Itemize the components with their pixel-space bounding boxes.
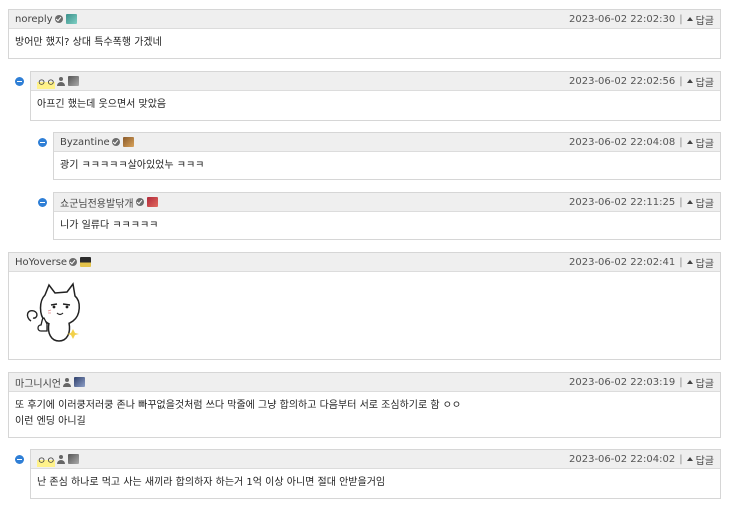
divider: | [679,75,683,87]
comment-reply: Byzantine 2023-06-02 22:04:08 | 답글 광기 ㅋㅋ… [53,132,721,180]
reply-indicator-icon [38,138,47,147]
member-icon [63,377,71,387]
comment: noreply 2023-06-02 22:02:30 | 답글 방어만 했지?… [8,9,721,59]
divider: | [679,256,683,268]
reply-label: 답글 [695,258,714,270]
reply-arrow-icon [686,140,693,144]
reply-button[interactable]: 답글 [686,452,714,467]
comment-header: ㅇㅇ 2023-06-02 22:02:56 | 답글 [31,72,720,91]
comment-author[interactable]: ㅇㅇ [37,451,56,467]
avatar [80,257,92,267]
comment-reply: ㅇㅇ 2023-06-02 22:04:02 | 답글 난 존심 하나로 먹고 … [30,449,721,499]
comment-author[interactable]: Byzantine [60,137,110,148]
comment-header: noreply 2023-06-02 22:02:30 | 답글 [9,10,720,29]
reply-button[interactable]: 답글 [686,74,714,89]
comment-text: 또 후기에 이러쿵저러쿵 존나 빠꾸없을것처럼 쓰다 막줄에 그냥 합의하고 다… [9,392,720,436]
divider: | [679,136,683,148]
reply-arrow-icon [686,200,693,204]
reply-label: 답글 [695,198,714,210]
comment-meta: 2023-06-02 22:11:25 | 답글 [569,195,714,210]
comment: 마그니시언 2023-06-02 22:03:19 | 답글 또 후기에 이러쿵… [8,372,721,438]
reply-arrow-icon [686,79,693,83]
comment-text: 난 존심 하나로 먹고 사는 새끼라 합의하자 하는거 1억 이상 아니면 절대… [37,477,386,488]
divider: | [679,13,683,25]
cat-sticker-image [26,282,80,342]
comment-timestamp: 2023-06-02 22:03:19 [569,376,676,388]
comment-timestamp: 2023-06-02 22:02:56 [569,75,676,87]
verified-icon [69,258,78,266]
comment-meta: 2023-06-02 22:02:41 | 답글 [569,255,714,270]
comment-meta: 2023-06-02 22:04:02 | 답글 [569,452,714,467]
reply-button[interactable]: 답글 [686,12,714,27]
comment-meta: 2023-06-02 22:02:30 | 답글 [569,12,714,27]
comment-author[interactable]: HoYoverse [15,257,67,268]
reply-label: 답글 [695,77,714,89]
reply-label: 답글 [695,378,714,390]
comment-text: 니가 일류다 ㅋㅋㅋㅋㅋ [60,220,159,231]
comment-timestamp: 2023-06-02 22:02:41 [569,256,676,268]
comment-meta: 2023-06-02 22:03:19 | 답글 [569,375,714,390]
comment: HoYoverse 2023-06-02 22:02:41 | 답글 [8,252,721,360]
reply-button[interactable]: 답글 [686,135,714,150]
verified-icon [111,138,120,146]
comment-reply: 쇼군님전용발닦개 2023-06-02 22:11:25 | 답글 니가 일류다… [53,192,721,240]
divider: | [679,376,683,388]
reply-indicator-icon [38,198,47,207]
comment-header: HoYoverse 2023-06-02 22:02:41 | 답글 [9,253,720,272]
reply-label: 답글 [695,15,714,27]
comment-text-line: 또 후기에 이러쿵저러쿵 존나 빠꾸없을것처럼 쓰다 막줄에 그냥 합의하고 다… [15,400,462,411]
reply-button[interactable]: 답글 [686,375,714,390]
comment-header: 쇼군님전용발닦개 2023-06-02 22:11:25 | 답글 [54,193,720,212]
comment-reply: ㅇㅇ 2023-06-02 22:02:56 | 답글 아프긴 했는데 웃으면서… [30,71,721,121]
divider: | [679,453,683,465]
comment-author[interactable]: 쇼군님전용발닦개 [60,195,134,210]
comment-timestamp: 2023-06-02 22:11:25 [569,196,676,208]
comment-meta: 2023-06-02 22:02:56 | 답글 [569,74,714,89]
avatar [68,76,80,86]
comment-text: 방어만 했지? 상대 특수폭행 가겠네 [15,37,162,48]
reply-arrow-icon [686,457,693,461]
comment-header: 마그니시언 2023-06-02 22:03:19 | 답글 [9,373,720,392]
avatar [122,137,134,147]
avatar [146,197,158,207]
comment-text-line: 이런 엔딩 아니길 [15,416,86,427]
reply-indicator-icon [15,77,24,86]
avatar [68,454,80,464]
comment-text: 광기 ㅋㅋㅋㅋㅋ살아있었누 ㅋㅋㅋ [60,160,205,171]
comment-timestamp: 2023-06-02 22:04:08 [569,136,676,148]
comment-header: Byzantine 2023-06-02 22:04:08 | 답글 [54,133,720,152]
verified-icon [135,198,144,206]
comment-timestamp: 2023-06-02 22:02:30 [569,13,676,25]
verified-icon [54,15,63,23]
comment-timestamp: 2023-06-02 22:04:02 [569,453,676,465]
reply-arrow-icon [686,17,693,21]
reply-button[interactable]: 답글 [686,195,714,210]
avatar [65,14,77,24]
comment-author[interactable]: noreply [15,14,53,25]
reply-button[interactable]: 답글 [686,255,714,270]
reply-arrow-icon [686,380,693,384]
reply-arrow-icon [686,260,693,264]
comment-meta: 2023-06-02 22:04:08 | 답글 [569,135,714,150]
reply-indicator-icon [15,455,24,464]
member-icon [57,76,66,86]
reply-label: 답글 [695,455,714,467]
divider: | [679,196,683,208]
comment-author[interactable]: 마그니시언 [15,375,61,390]
comment-author[interactable]: ㅇㅇ [37,73,56,89]
comment-text: 아프긴 했는데 웃으면서 맞았음 [37,99,167,110]
member-icon [57,454,66,464]
reply-label: 답글 [695,138,714,150]
comment-header: ㅇㅇ 2023-06-02 22:04:02 | 답글 [31,450,720,469]
avatar [74,377,85,387]
